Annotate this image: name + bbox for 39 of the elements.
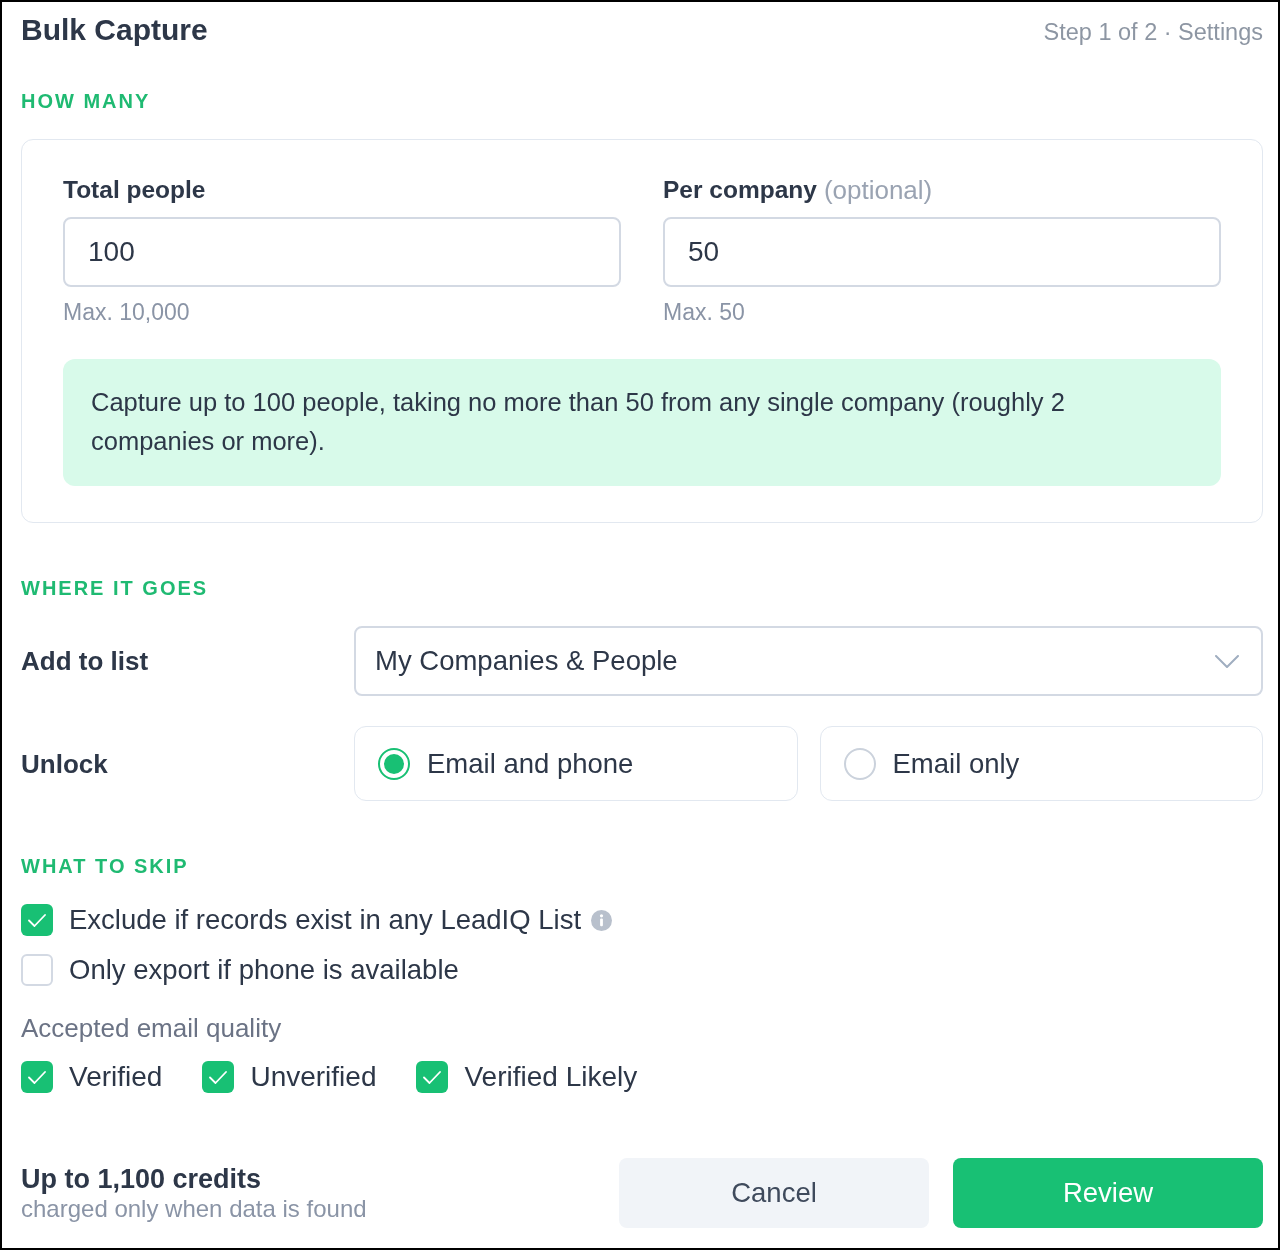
- unlock-option[interactable]: Email and phone: [354, 726, 798, 801]
- checkmark-icon: [423, 1070, 442, 1084]
- optional-note: (optional): [823, 175, 933, 205]
- section-heading: HOW MANY: [21, 89, 152, 113]
- radio-button[interactable]: [843, 747, 876, 780]
- summary-message: Capture up to 100 people, taking no more than 50 from any single company (roughly 2 companies or more).: [63, 359, 1221, 486]
- step-indicator: Step 1 of 2 · Settings: [1043, 18, 1263, 46]
- checkbox-label: Unverified: [250, 1061, 377, 1093]
- checkmark-icon: [28, 1070, 46, 1084]
- field-hint: Max. 50: [663, 298, 746, 326]
- checkbox-label: Only export if phone is available: [69, 954, 459, 986]
- checkbox-label: Verified: [69, 1061, 163, 1093]
- unlock-option[interactable]: Email only: [819, 726, 1263, 801]
- group-label: Accepted email quality: [21, 1013, 283, 1043]
- row-label: Add to list: [21, 645, 150, 677]
- field-label: Total people: [63, 175, 206, 205]
- chevron-down-icon: [1215, 654, 1239, 668]
- credits-note: charged only when data is found: [21, 1196, 367, 1222]
- checkbox-label: Exclude if records exist in any LeadIQ List: [69, 904, 582, 936]
- number-field[interactable]: 100: [63, 217, 621, 287]
- checkmark-icon: [209, 1070, 228, 1084]
- section-heading: WHAT TO SKIP: [21, 854, 190, 878]
- checkbox[interactable]: [21, 904, 53, 936]
- field-label: Per company: [663, 175, 817, 205]
- checkmark-icon: [28, 913, 46, 927]
- radio-button[interactable]: [378, 747, 410, 780]
- checkbox[interactable]: [21, 1061, 53, 1093]
- dialog-title: Bulk Capture: [21, 12, 208, 48]
- checkbox[interactable]: [21, 954, 53, 986]
- section-heading: WHERE IT GOES: [21, 576, 210, 600]
- checkbox[interactable]: [202, 1061, 235, 1093]
- checkbox-label: Verified Likely: [464, 1061, 638, 1093]
- list-dropdown[interactable]: My Companies & People: [354, 626, 1263, 696]
- row-label: Unlock: [21, 747, 109, 780]
- cancel-button[interactable]: Cancel: [619, 1158, 929, 1228]
- number-field[interactable]: 50: [663, 217, 1221, 287]
- credits-estimate: Up to 1,100 credits: [21, 1164, 263, 1194]
- checkbox[interactable]: [416, 1061, 449, 1093]
- field-hint: Max. 10,000: [63, 298, 191, 326]
